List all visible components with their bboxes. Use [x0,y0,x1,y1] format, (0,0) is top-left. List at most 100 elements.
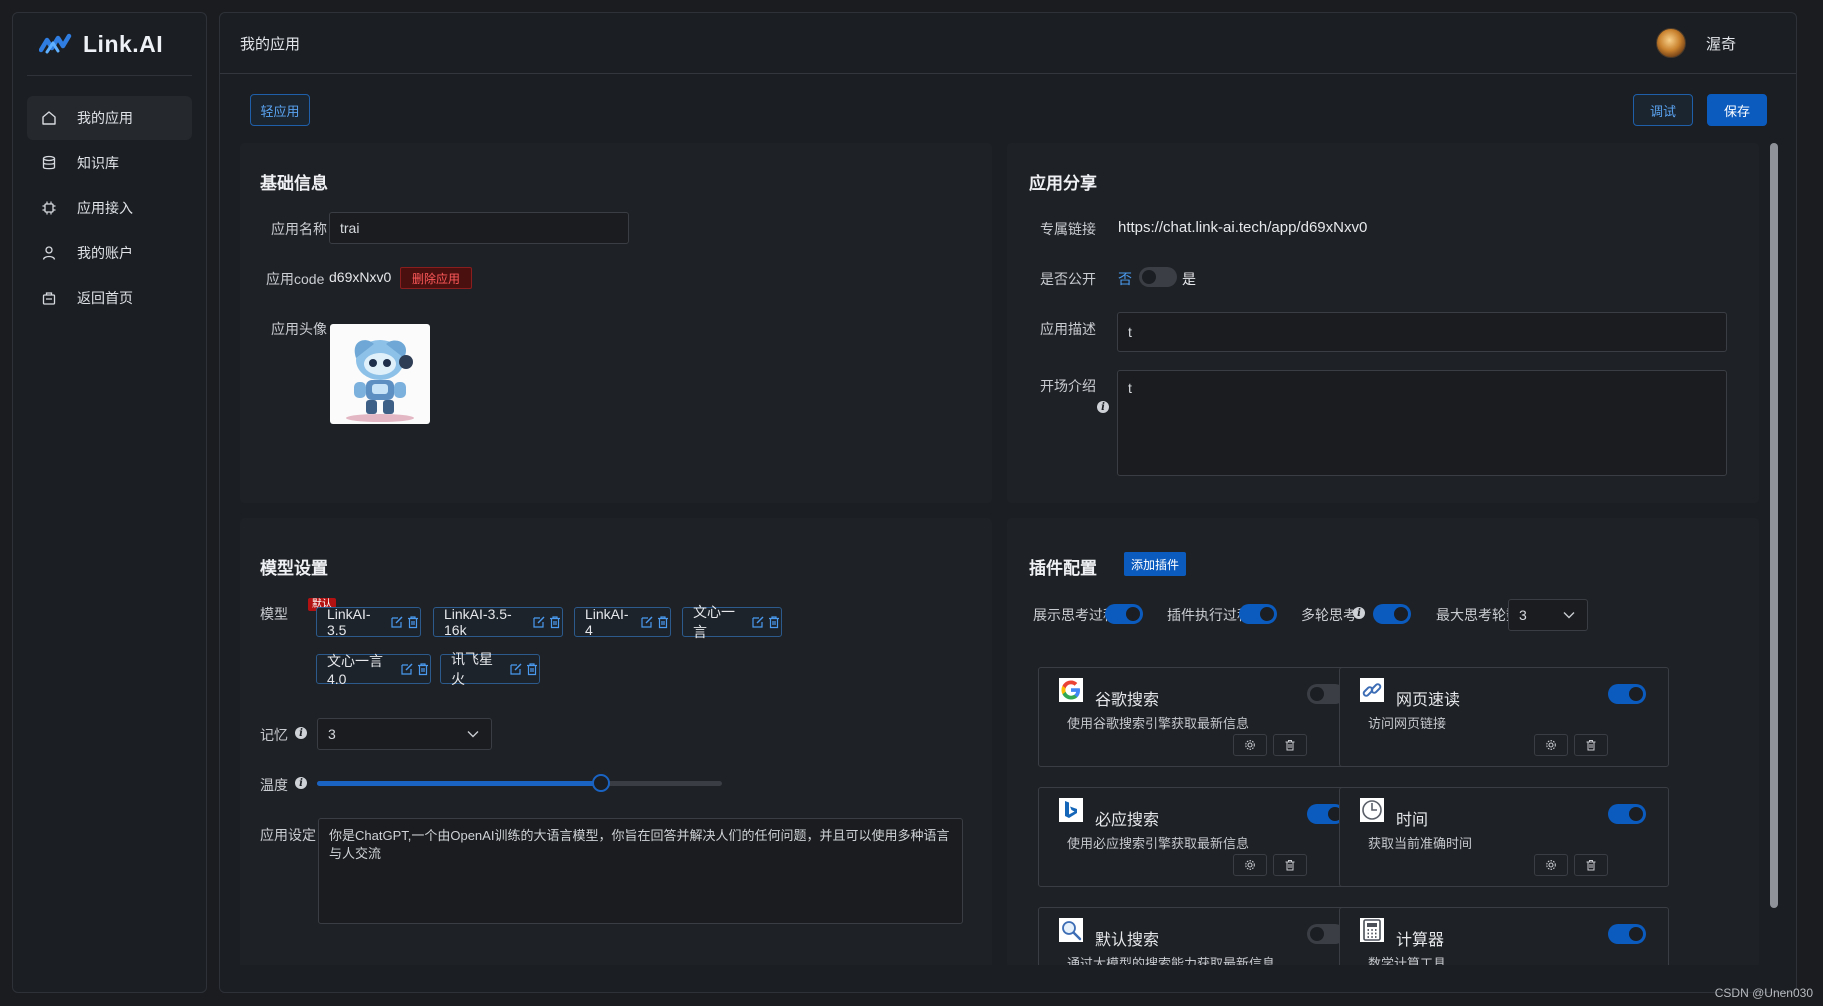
sidebar-item-account[interactable]: 我的账户 [27,231,192,275]
sidebar-item-my-apps[interactable]: 我的应用 [27,96,192,140]
sidebar-item-app-access[interactable]: 应用接入 [27,186,192,230]
user-menu[interactable]: 渥奇 [1655,28,1736,58]
temperature-info-icon[interactable]: i [295,777,307,789]
plugin-name: 时间 [1396,812,1429,829]
edit-icon[interactable] [390,615,404,629]
trash-icon[interactable] [416,662,430,676]
trash-icon[interactable] [525,662,539,676]
share-link-value[interactable]: https://chat.link-ai.tech/app/d69xNxv0 [1118,219,1367,236]
plugin-delete-button[interactable] [1574,734,1608,756]
sidebar-item-label: 我的应用 [77,110,133,126]
app-share-title: 应用分享 [1029,174,1097,193]
model-tag[interactable]: 文心一言 [682,604,782,640]
edit-icon[interactable] [400,662,414,676]
plugin-delete-button[interactable] [1273,854,1307,876]
scrollbar-thumb[interactable] [1770,143,1778,908]
temperature-slider-fill [317,781,601,786]
edit-icon[interactable] [640,615,654,629]
home-icon [42,111,56,125]
sidebar-nav: 我的应用 知识库 应用接入 我的账户 返回首页 [13,96,206,320]
trash-icon[interactable] [548,615,562,629]
public-no-label[interactable]: 否 [1118,269,1132,289]
save-button[interactable]: 保存 [1707,94,1767,126]
sidebar-item-label: 我的账户 [77,245,133,261]
avatar[interactable] [1655,28,1686,58]
plugin-desc: 访问网页链接 [1368,716,1447,731]
edit-icon[interactable] [532,615,546,629]
sidebar: Link.AI 我的应用 知识库 应用接入 我的账户 返回首页 [12,12,207,993]
plugin-name: 默认搜索 [1095,932,1160,949]
debug-button[interactable]: 调试 [1633,94,1693,126]
trash-icon[interactable] [656,615,670,629]
trash-icon [1586,860,1596,871]
plugin-card-time[interactable]: 时间 获取当前准确时间 [1339,787,1669,887]
prompt-textarea[interactable]: 你是ChatGPT,一个由OpenAI训练的大语言模型，你旨在回答并解决人们的任… [318,818,963,924]
plugin-toggle[interactable] [1608,684,1646,704]
intro-info-icon[interactable]: i [1097,401,1109,413]
add-plugin-button[interactable]: 添加插件 [1124,552,1186,576]
app-desc-label: 应用描述 [1040,321,1096,337]
intro-textarea[interactable]: t [1117,370,1727,476]
trash-icon [1586,740,1596,751]
model-tag[interactable]: LinkAI-4 [574,606,671,638]
model-tag-label: 文心一言 [693,604,735,640]
basic-info-card: 基础信息 应用名称 trai 应用code d69xNxv0 删除应用 应用头像 [240,143,992,503]
plugin-delete-button[interactable] [1273,734,1307,756]
app-desc-input[interactable]: t [1117,312,1727,352]
edit-icon[interactable] [509,662,523,676]
show-thought-toggle[interactable] [1105,604,1143,624]
chevron-down-icon [467,731,479,738]
plugin-settings-button[interactable] [1233,734,1267,756]
page-title: 我的应用 [240,35,301,53]
edit-icon[interactable] [751,615,765,629]
plugin-card-google-search[interactable]: 谷歌搜索 使用谷歌搜索引擎获取最新信息 [1038,667,1368,767]
trash-icon[interactable] [767,615,781,629]
share-link-label: 专属链接 [1040,221,1096,237]
light-app-button[interactable]: 轻应用 [250,94,310,126]
plugin-settings-button[interactable] [1233,854,1267,876]
multi-round-label: 多轮思考 [1301,607,1357,623]
plugin-settings-button[interactable] [1534,854,1568,876]
plugin-config-card: 插件配置 添加插件 展示思考过程 插件执行过程 多轮思考 i 最大思考轮数 3 … [1007,518,1759,992]
memory-select-value: 3 [328,726,336,742]
multi-round-info-icon[interactable]: i [1353,607,1365,619]
public-label: 是否公开 [1040,271,1096,287]
app-code-value: d69xNxv0 [329,269,392,285]
plugin-delete-button[interactable] [1574,854,1608,876]
user-icon [42,246,56,260]
plugin-settings-button[interactable] [1534,734,1568,756]
max-rounds-select[interactable]: 3 [1508,599,1588,631]
plugin-toggle[interactable] [1608,924,1646,944]
model-tag[interactable]: LinkAI-3.5-16k [433,606,563,638]
bag-icon [42,292,56,305]
app-avatar-image[interactable] [330,324,430,424]
public-toggle[interactable] [1139,267,1177,287]
exec-process-toggle[interactable] [1239,604,1277,624]
sidebar-item-knowledge-base[interactable]: 知识库 [27,141,192,185]
chip-icon [42,201,56,215]
link-icon [1360,678,1384,702]
plugin-card-web-reader[interactable]: 网页速读 访问网页链接 [1339,667,1669,767]
gear-icon [1546,740,1556,750]
memory-info-icon[interactable]: i [295,727,307,739]
trash-icon[interactable] [406,615,420,629]
multi-round-toggle[interactable] [1373,604,1411,624]
sidebar-item-label: 知识库 [77,155,119,171]
scrollbar[interactable] [1770,143,1778,908]
logo[interactable]: Link.AI [13,13,206,75]
magnifier-icon [1059,918,1083,942]
temperature-slider-handle[interactable] [592,774,610,792]
memory-select[interactable]: 3 [317,718,492,750]
delete-app-button[interactable]: 删除应用 [400,267,472,289]
model-tag[interactable]: LinkAI-3.5 [316,606,421,638]
model-tag[interactable]: 讯飞星火 [440,651,540,687]
plugin-toggle[interactable] [1608,804,1646,824]
sidebar-item-home[interactable]: 返回首页 [27,276,192,320]
app-name-input[interactable]: trai [329,212,629,244]
watermark: CSDN @Unen030 [1714,986,1813,1000]
model-tag[interactable]: 文心一言4.0 [316,653,431,687]
plugin-name: 必应搜索 [1095,812,1160,829]
plugin-card-bing-search[interactable]: 必应搜索 使用必应搜索引擎获取最新信息 [1038,787,1368,887]
gear-icon [1546,860,1556,870]
public-yes-label[interactable]: 是 [1182,269,1196,289]
